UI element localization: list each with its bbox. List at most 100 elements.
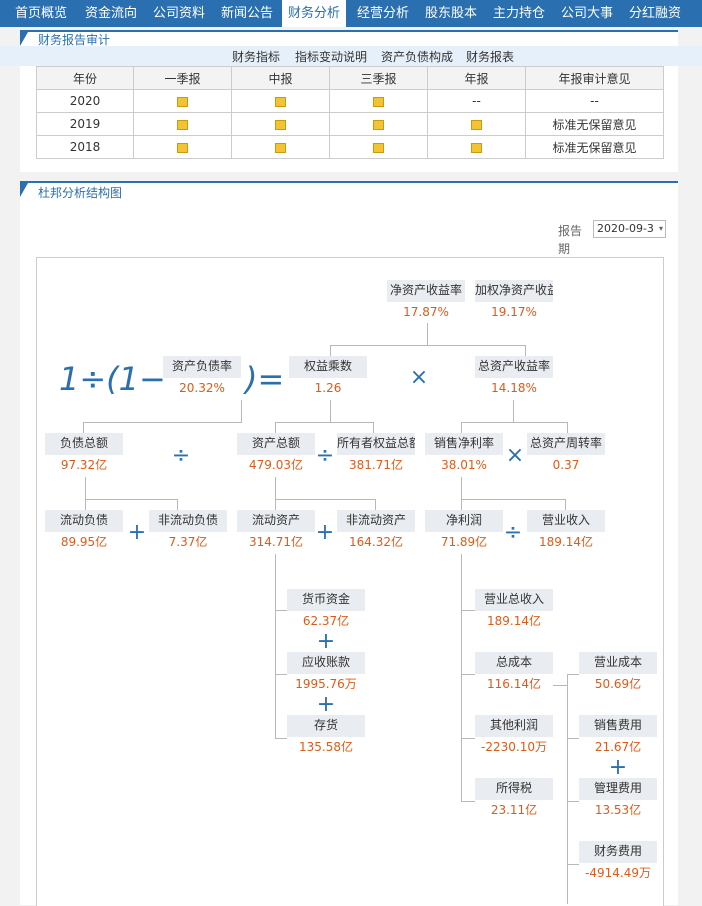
table-header-row: 年份 一季报 中报 三季报 年报 年报审计意见 xyxy=(36,66,664,90)
connector xyxy=(553,685,567,686)
document-icon[interactable] xyxy=(373,119,384,130)
node-income-tax: 所得税 23.11亿 xyxy=(475,778,553,822)
node-other-profit: 其他利润 -2230.10万 xyxy=(475,715,553,759)
tab-balance-structure[interactable]: 资产负债构成 xyxy=(381,48,453,65)
node-total-revenue: 营业总收入 189.14亿 xyxy=(475,589,553,633)
node-total-liabilities: 负债总额 97.32亿 xyxy=(45,433,123,477)
report-subnav: 财务指标 指标变动说明 资产负债构成 财务报表 xyxy=(0,46,702,66)
connector xyxy=(565,499,566,510)
tab-financial-indicators[interactable]: 财务指标 xyxy=(232,48,280,65)
times-icon: × xyxy=(409,365,429,390)
document-icon[interactable] xyxy=(471,142,482,153)
connector xyxy=(275,610,287,611)
connector xyxy=(373,422,374,433)
connector xyxy=(461,801,475,802)
connector xyxy=(427,323,428,345)
nav-company-info[interactable]: 公司资料 xyxy=(146,0,212,27)
nav-home[interactable]: 首页概览 xyxy=(8,0,74,27)
document-icon[interactable] xyxy=(177,142,188,153)
connector xyxy=(567,674,568,904)
nav-holdings[interactable]: 主力持仓 xyxy=(486,0,552,27)
node-admin-expense: 管理费用 13.53亿 xyxy=(579,778,657,822)
connector xyxy=(85,499,177,500)
top-nav: 首页概览 资金流向 公司资料 新闻公告 财务分析 经营分析 股东股本 主力持仓 … xyxy=(0,0,702,27)
connector xyxy=(85,499,86,510)
col-half: 中报 xyxy=(231,66,330,90)
nav-shareholders[interactable]: 股东股本 xyxy=(418,0,484,27)
nav-operations[interactable]: 经营分析 xyxy=(350,0,416,27)
nav-dividends[interactable]: 分红融资 xyxy=(622,0,688,27)
table-row: 2018 标准无保留意见 xyxy=(36,135,664,159)
times-icon: × xyxy=(505,443,525,468)
node-total-cost: 总成本 116.14亿 xyxy=(475,652,553,696)
document-icon[interactable] xyxy=(275,119,286,130)
connector xyxy=(275,674,287,675)
chevron-down-icon: ▾ xyxy=(658,224,663,233)
divide-icon: ÷ xyxy=(171,443,191,468)
connector xyxy=(461,477,462,499)
opinion-cell: 标准无保留意见 xyxy=(525,112,664,136)
document-icon[interactable] xyxy=(373,142,384,153)
connector xyxy=(567,674,579,675)
dupont-chart: 净资产收益率 17.87% 加权净资产收益率 19.17% 1÷(1− 资产负债… xyxy=(36,257,664,906)
document-icon[interactable] xyxy=(373,96,384,107)
col-year: 年份 xyxy=(36,66,134,90)
node-receivables: 应收账款 1995.76万 xyxy=(287,652,365,696)
nav-news[interactable]: 新闻公告 xyxy=(214,0,280,27)
connector xyxy=(567,738,579,739)
connector xyxy=(525,345,526,356)
node-sales-expense: 销售费用 21.67亿 xyxy=(579,715,657,759)
connector xyxy=(567,422,568,433)
document-icon[interactable] xyxy=(177,96,188,107)
section-bar xyxy=(20,30,678,32)
node-weighted-roe: 加权净资产收益率 19.17% xyxy=(475,280,553,324)
node-noncurrent-assets: 非流动资产 164.32亿 xyxy=(337,510,415,554)
opinion-cell: -- xyxy=(525,89,664,113)
connector xyxy=(461,499,462,510)
period-select[interactable]: 2020-09-3 ▾ xyxy=(593,220,666,238)
opinion-cell: 标准无保留意见 xyxy=(525,135,664,159)
connector xyxy=(275,499,276,510)
col-q1: 一季报 xyxy=(133,66,232,90)
node-roe: 净资产收益率 17.87% xyxy=(387,280,465,324)
connector xyxy=(275,554,276,739)
connector xyxy=(461,422,462,433)
col-annual: 年报 xyxy=(427,66,526,90)
audit-table: 年份 一季报 中报 三季报 年报 年报审计意见 2020 -- -- 2019 … xyxy=(36,66,664,159)
node-inventory: 存货 135.58亿 xyxy=(287,715,365,759)
node-finance-expense: 财务费用 -4914.49万 xyxy=(579,841,657,885)
connector xyxy=(461,674,475,675)
plus-icon: + xyxy=(316,692,336,717)
connector xyxy=(83,422,242,423)
connector xyxy=(375,499,376,510)
connector xyxy=(461,610,475,611)
nav-financial-analysis[interactable]: 财务分析 xyxy=(282,0,346,27)
year-cell: 2019 xyxy=(36,112,134,136)
period-label: 报告期 xyxy=(558,224,583,256)
connector xyxy=(513,400,514,422)
section-bar xyxy=(20,181,678,183)
table-row: 2020 -- -- xyxy=(36,89,664,113)
node-total-assets: 资产总额 479.03亿 xyxy=(237,433,315,477)
tab-statements[interactable]: 财务报表 xyxy=(466,48,514,65)
nav-events[interactable]: 公司大事 xyxy=(554,0,620,27)
document-icon[interactable] xyxy=(471,119,482,130)
document-icon[interactable] xyxy=(275,96,286,107)
node-asset-turnover: 总资产周转率 0.37 xyxy=(527,433,605,477)
formula-suffix: )= xyxy=(245,360,285,398)
connector xyxy=(330,345,331,356)
document-icon[interactable] xyxy=(177,119,188,130)
formula-prefix: 1÷(1− xyxy=(59,360,166,398)
connector xyxy=(461,499,565,500)
year-cell: 2018 xyxy=(36,135,134,159)
tab-indicator-changes[interactable]: 指标变动说明 xyxy=(295,48,367,65)
year-cell: 2020 xyxy=(36,89,134,113)
nav-fund-flow[interactable]: 资金流向 xyxy=(78,0,144,27)
document-icon[interactable] xyxy=(275,142,286,153)
connector xyxy=(275,422,373,423)
node-noncurrent-liabilities: 非流动负债 7.37亿 xyxy=(149,510,227,554)
connector xyxy=(275,499,375,500)
col-opinion: 年报审计意见 xyxy=(525,66,664,90)
node-equity-multiplier: 权益乘数 1.26 xyxy=(289,356,367,400)
annual-cell: -- xyxy=(427,89,526,113)
